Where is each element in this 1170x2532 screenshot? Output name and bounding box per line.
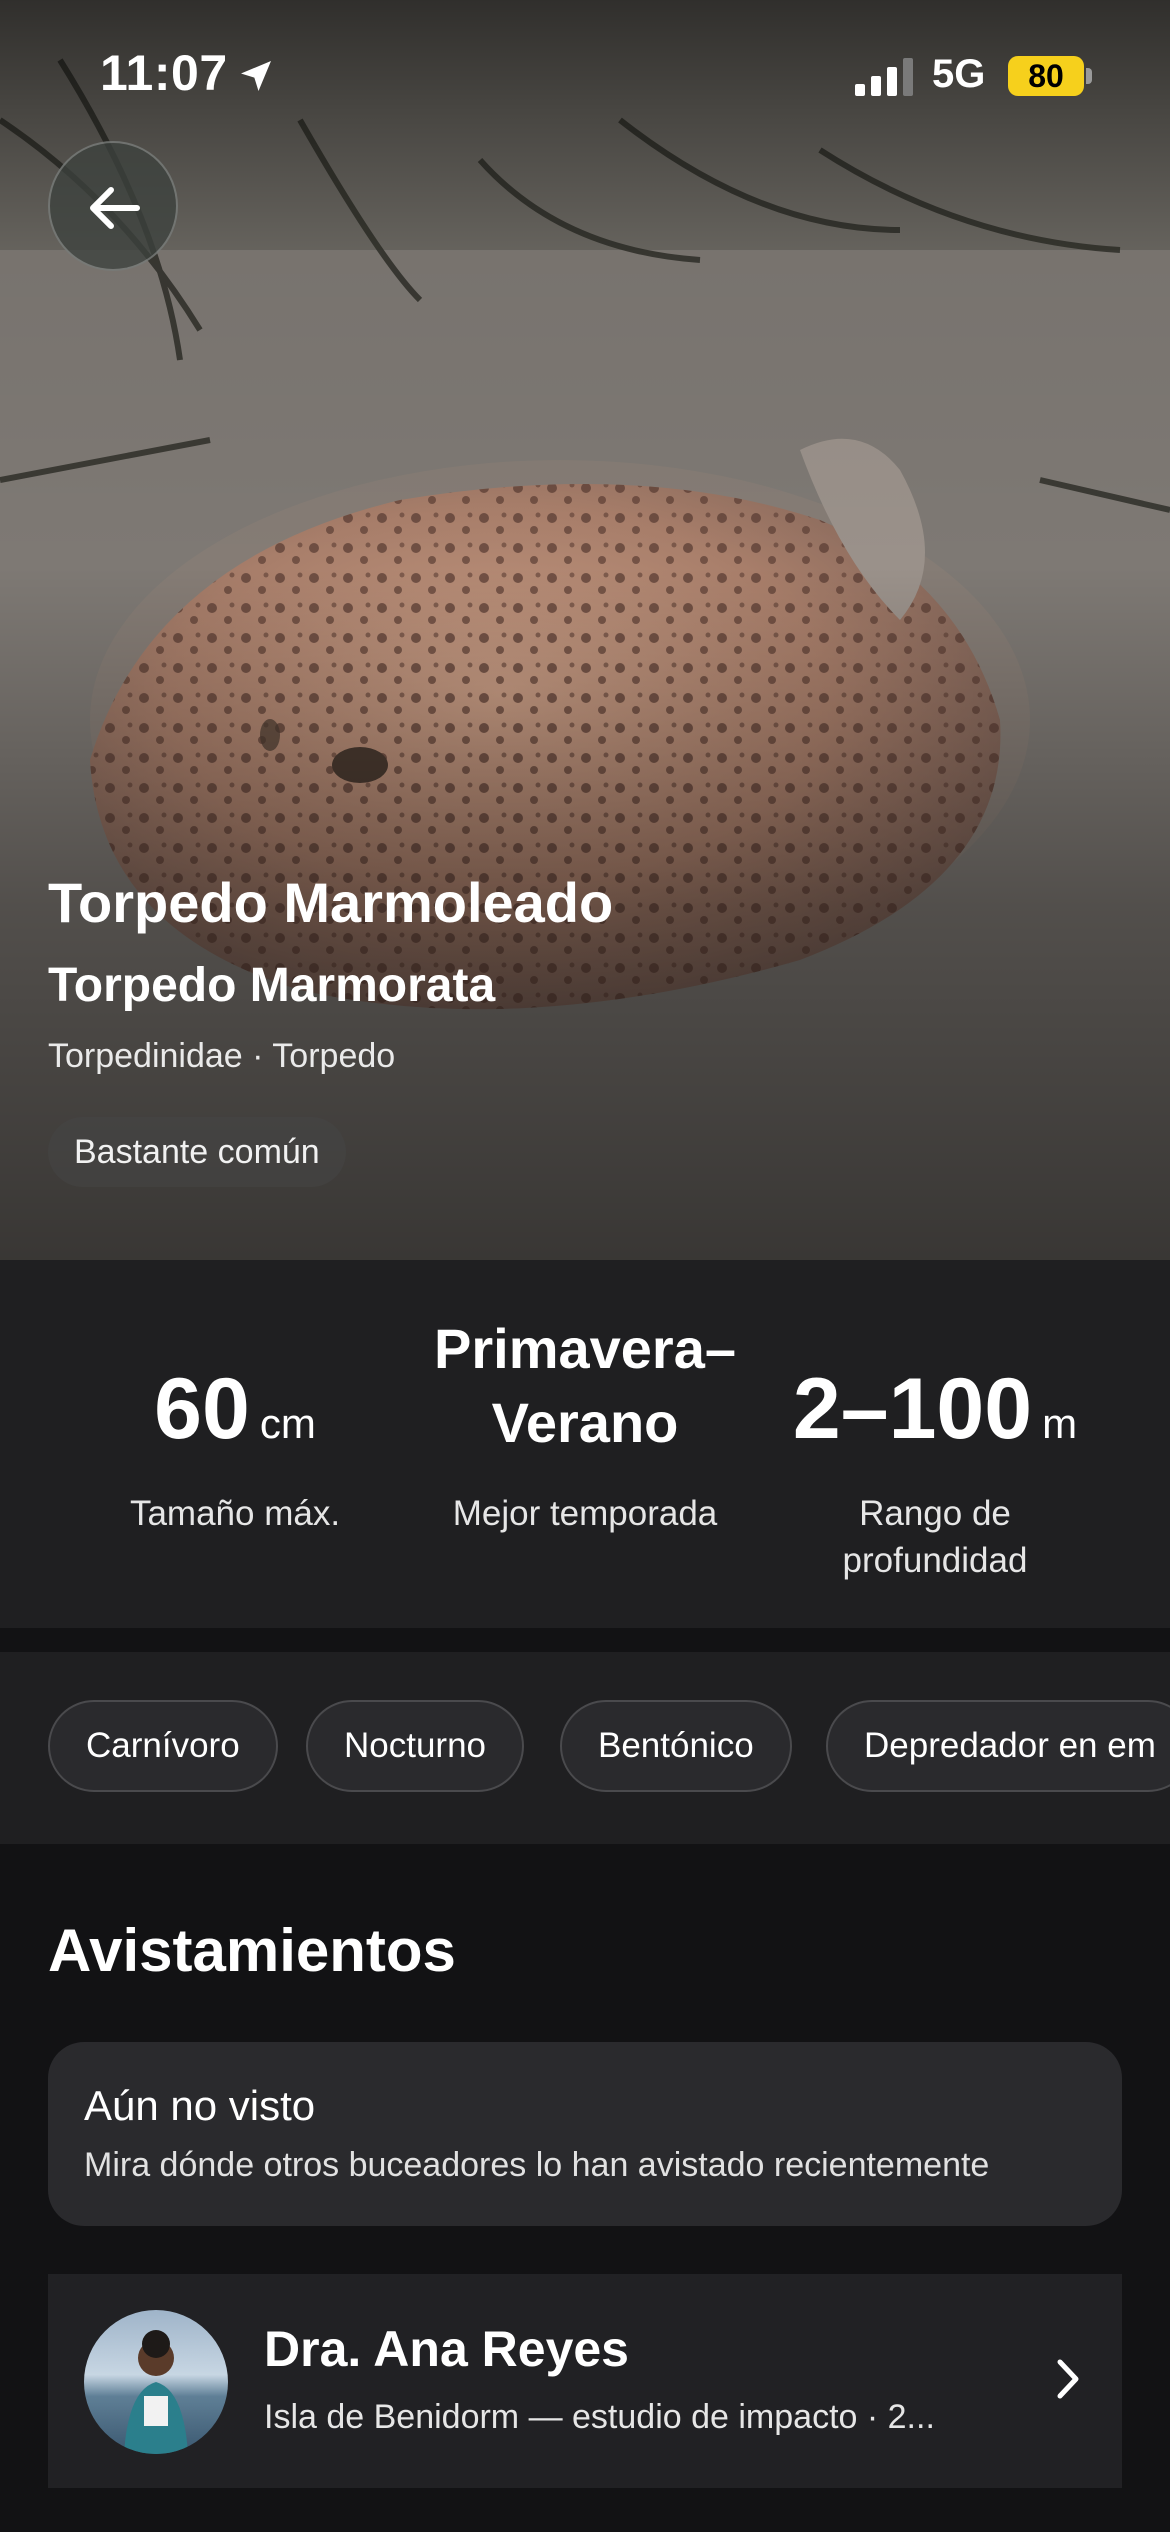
- network-type: 5G: [932, 52, 986, 96]
- cellular-signal-icon: [855, 58, 913, 96]
- stat-size-label: Tamaño máx.: [129, 1494, 341, 1533]
- stat-size-unit: cm: [259, 1400, 316, 1447]
- sighting-user-name: Dra. Ana Reyes: [264, 2321, 629, 2377]
- battery-indicator: 80: [1008, 56, 1084, 96]
- tag-chip[interactable]: Nocturno: [306, 1700, 525, 1792]
- stat-depth-value: 2–100: [792, 1361, 1033, 1457]
- sightings-title: Avistamientos: [48, 1917, 456, 1984]
- species-stats: 60 cm Tamaño máx. Primavera– Verano Mejor…: [0, 1260, 1170, 1628]
- arrow-left-icon: [90, 187, 140, 229]
- status-time: 11:07: [100, 45, 228, 101]
- species-common-name: Torpedo Marmoleado: [48, 871, 614, 934]
- sighting-description: Isla de Benidorm — estudio de impacto · …: [264, 2398, 935, 2436]
- avatar: [84, 2310, 228, 2454]
- chevron-right-icon: [1057, 2359, 1079, 2399]
- stat-depth-unit: m: [1042, 1400, 1078, 1447]
- stat-season-label: Mejor temporada: [452, 1494, 718, 1533]
- location-arrow-icon: [241, 61, 271, 91]
- tag-chip[interactable]: Bentónico: [560, 1700, 792, 1792]
- species-taxonomy: Torpedinidae · Torpedo: [48, 1037, 396, 1075]
- avatar-photo: [124, 2330, 188, 2454]
- stat-depth-label-line2: profundidad: [842, 1541, 1028, 1580]
- status-bar: 11:07 5G 80: [0, 0, 1170, 150]
- stat-size-value: 60: [154, 1361, 250, 1457]
- abundance-badge: Bastante común: [48, 1117, 346, 1187]
- stat-season-line1: Primavera–: [433, 1317, 736, 1380]
- back-button[interactable]: [48, 141, 178, 271]
- stat-season-line2: Verano: [491, 1391, 679, 1454]
- species-hero-image: 11:07 5G 80 Torpedo Marmoleado Torpedo M…: [0, 0, 1170, 1260]
- stat-depth-label-line1: Rango de: [859, 1494, 1011, 1533]
- tag-chip[interactable]: Carnívoro: [48, 1700, 278, 1792]
- not-seen-subtitle: Mira dónde otros buceadores lo han avist…: [84, 2146, 990, 2184]
- not-seen-title: Aún no visto: [84, 2082, 316, 2129]
- trait-tags: Carnívoro Nocturno Bentónico Depredador …: [0, 1652, 1170, 1844]
- sighting-list-item[interactable]: Dra. Ana Reyes Isla de Benidorm — estudi…: [48, 2274, 1122, 2488]
- tag-chip[interactable]: Depredador en em: [826, 1700, 1170, 1792]
- species-scientific-name: Torpedo Marmorata: [48, 959, 496, 1012]
- not-seen-card[interactable]: Aún no visto Mira dónde otros buceadores…: [48, 2042, 1122, 2226]
- battery-tip: [1086, 68, 1092, 84]
